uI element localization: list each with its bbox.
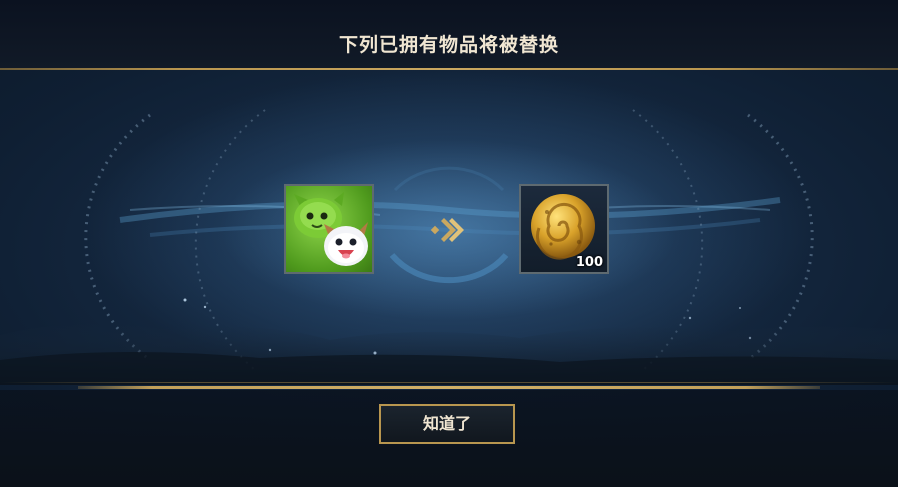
double-chevron-right-icon bbox=[430, 218, 464, 242]
confirm-button[interactable]: 知道了 bbox=[379, 404, 515, 444]
footer-divider-thin bbox=[0, 382, 898, 383]
poro-icon bbox=[294, 192, 368, 266]
header-divider bbox=[0, 68, 898, 70]
item-quantity: 100 bbox=[575, 255, 603, 270]
old-item-slot bbox=[284, 184, 374, 274]
new-item-slot: 100 bbox=[519, 184, 609, 274]
footer-divider bbox=[78, 386, 820, 389]
dialog-title: 下列已拥有物品将被替换 bbox=[338, 34, 559, 56]
replacement-dialog: 下列已拥有物品将被替换 100 知道了 bbox=[0, 0, 898, 487]
